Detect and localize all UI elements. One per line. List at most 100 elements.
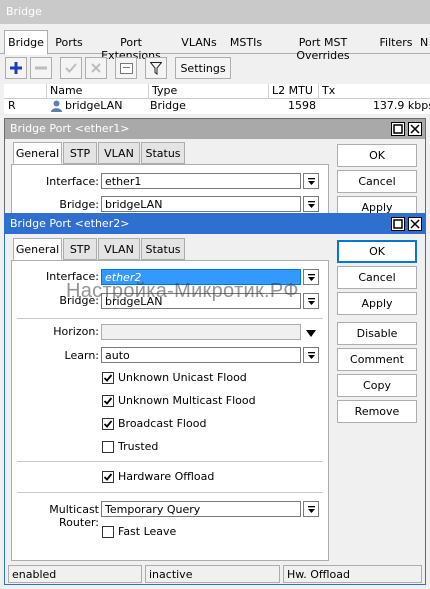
row-name: bridgeLAN (65, 99, 123, 112)
row-flag: R (8, 99, 16, 112)
tab-bridge[interactable]: Bridge (4, 30, 48, 55)
maximize-button[interactable] (391, 217, 405, 231)
comment-button[interactable] (115, 57, 137, 79)
checkmark-icon (103, 473, 113, 481)
dialog2-learn-field[interactable]: auto (101, 347, 301, 363)
dropdown-arrow-icon (307, 273, 315, 281)
remove-button[interactable]: Remove (337, 400, 417, 423)
close-button[interactable] (408, 122, 422, 136)
add-button[interactable] (5, 57, 27, 79)
tab-filters[interactable]: Filters (378, 30, 414, 54)
tab-vlans[interactable]: VLANs (176, 30, 222, 54)
dialog1-tab-general[interactable]: General (13, 142, 62, 164)
cancel-button[interactable]: Cancel (337, 266, 417, 289)
close-button[interactable] (408, 217, 422, 231)
dialog1-ok-button[interactable]: OK (337, 144, 417, 167)
dialog1-tab-vlan[interactable]: VLAN (98, 142, 140, 164)
fast-leave-label: Fast Leave (118, 525, 177, 538)
filter-button[interactable] (145, 57, 167, 79)
column-header-type[interactable]: Type (148, 84, 268, 99)
disable-button[interactable]: Disable (337, 322, 417, 345)
dialog2-interface-field[interactable]: ether2 (101, 269, 301, 285)
apply-button[interactable]: Apply (337, 292, 417, 315)
cross-icon (91, 63, 101, 73)
funnel-icon (150, 61, 162, 75)
dialog2-tab-vlan[interactable]: VLAN (98, 238, 140, 260)
broadcast-flood-label: Broadcast Flood (118, 417, 207, 430)
column-header-l2mtu[interactable]: L2 MTU (268, 84, 318, 99)
settings-button[interactable]: Settings (175, 57, 231, 79)
dialog2-bridge-dropdown[interactable] (303, 293, 319, 309)
tab-ports[interactable]: Ports (52, 30, 86, 54)
dropdown-arrow-icon (307, 505, 315, 513)
dialog2-title: Bridge Port <ether2> (10, 217, 130, 230)
separator (17, 461, 323, 462)
dialog2-learn-label: Learn: (64, 349, 99, 362)
close-icon (410, 124, 420, 134)
dialog1-interface-label: Interface: (46, 175, 99, 188)
close-icon (410, 219, 420, 229)
trusted-label: Trusted (118, 440, 159, 453)
dialog1-bridge-label: Bridge: (59, 198, 99, 211)
minus-icon (35, 66, 47, 70)
maximize-icon (393, 219, 403, 229)
dialog2-tab-status[interactable]: Status (141, 238, 185, 260)
disable-button[interactable] (85, 57, 107, 79)
copy-button[interactable]: Copy (337, 374, 417, 397)
dropdown-arrow-icon (307, 351, 315, 359)
column-header-tx[interactable]: Tx (318, 84, 430, 99)
fast-leave-checkbox[interactable] (102, 526, 114, 538)
status-hw-offload: Hw. Offload (283, 565, 422, 583)
window-title-bar: Bridge (0, 0, 430, 24)
tab-port-extensions[interactable]: Port Extensions (89, 30, 173, 62)
main-tab-strip: Bridge Ports Port Extensions VLANs MSTIs… (0, 30, 430, 62)
column-header-name[interactable]: Name (46, 84, 148, 99)
dropdown-arrow-icon (307, 297, 315, 305)
dialog1-title-bar: Bridge Port <ether1> (5, 119, 425, 139)
enable-button[interactable] (60, 57, 82, 79)
row-tx: 137.9 kbps (372, 99, 430, 112)
checkmark-icon (103, 420, 113, 428)
multicast-router-field[interactable]: Temporary Query (101, 501, 301, 517)
ok-button[interactable]: OK (337, 240, 417, 263)
table-header: Name Type L2 MTU Tx (4, 84, 430, 99)
dialog2-bridge-field[interactable]: bridgeLAN (101, 293, 301, 309)
remove-button[interactable] (30, 57, 52, 79)
tab-port-mst-overrides[interactable]: Port MST Overrides (270, 30, 376, 62)
bridge-icon (50, 100, 63, 115)
comment-button[interactable]: Comment (337, 348, 417, 371)
status-running: inactive (145, 565, 280, 583)
unknown-unicast-flood-checkbox[interactable] (102, 372, 114, 384)
expand-arrow-icon[interactable] (306, 328, 316, 337)
dialog2-learn-dropdown[interactable] (303, 347, 319, 363)
column-header-flag[interactable] (4, 84, 46, 99)
dialog2-tab-general[interactable]: General (13, 238, 62, 260)
hardware-offload-checkbox[interactable] (102, 471, 114, 483)
tab-mstis[interactable]: MSTIs (225, 30, 267, 54)
unknown-multicast-flood-checkbox[interactable] (102, 395, 114, 407)
dialog1-interface-field[interactable]: ether1 (101, 173, 301, 189)
table-row[interactable]: R bridgeLAN Bridge 1598 137.9 kbps (4, 99, 430, 114)
plus-icon (10, 62, 22, 74)
broadcast-flood-checkbox[interactable] (102, 418, 114, 430)
dialog1-bridge-field[interactable]: bridgeLAN (101, 196, 301, 212)
multicast-router-dropdown[interactable] (303, 501, 319, 517)
row-type: Bridge (150, 99, 186, 112)
dialog2-horizon-field[interactable] (101, 324, 301, 340)
dialog2-bridge-label: Bridge: (59, 294, 99, 307)
dropdown-arrow-icon (307, 177, 315, 185)
check-icon (65, 63, 77, 73)
maximize-button[interactable] (391, 122, 405, 136)
dialog1-cancel-button[interactable]: Cancel (337, 170, 417, 193)
trusted-checkbox[interactable] (102, 441, 114, 453)
dialog-bridge-port-ether1: Bridge Port <ether1> General STP VLAN St… (4, 118, 426, 219)
dialog1-tab-stp[interactable]: STP (63, 142, 97, 164)
dialog1-interface-dropdown[interactable] (303, 173, 319, 189)
row-l2mtu: 1598 (288, 99, 316, 112)
dialog2-interface-dropdown[interactable] (303, 269, 319, 285)
dialog1-tab-status[interactable]: Status (141, 142, 185, 164)
dialog1-bridge-dropdown[interactable] (303, 196, 319, 212)
dialog2-tab-stp[interactable]: STP (63, 238, 97, 260)
window-title: Bridge (6, 5, 42, 18)
tab-nat[interactable]: N (417, 30, 430, 54)
